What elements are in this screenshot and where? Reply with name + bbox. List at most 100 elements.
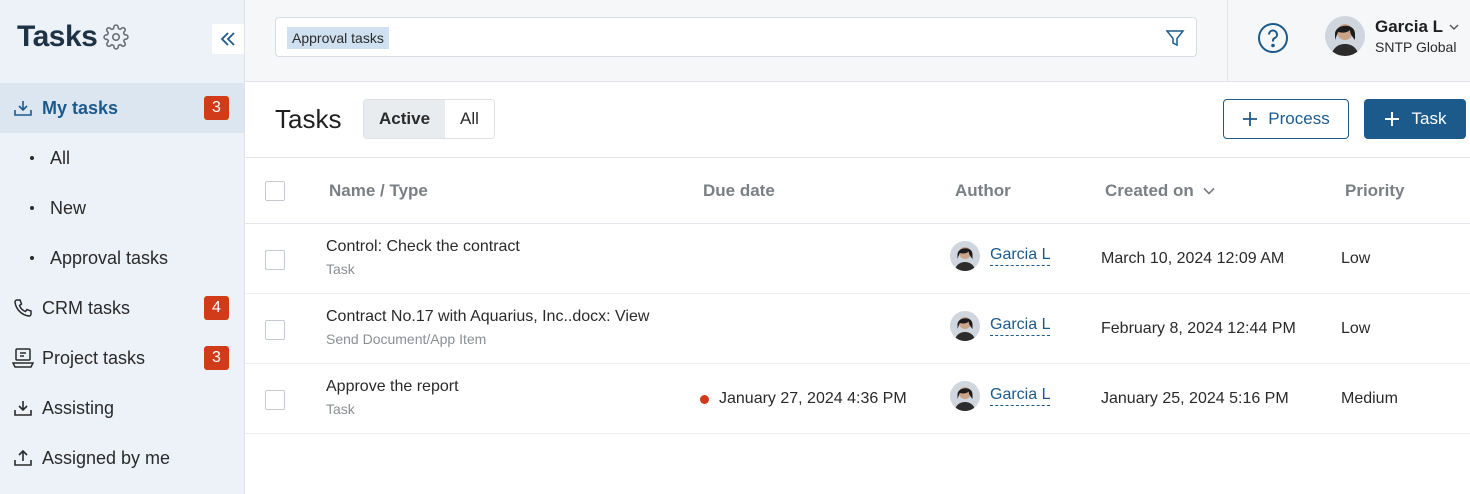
add-process-button[interactable]: Process <box>1223 99 1349 139</box>
column-label: Created on <box>1105 181 1194 200</box>
task-name-cell: Control: Check the contract Task <box>326 238 520 277</box>
sidebar-item-label: My tasks <box>42 97 119 118</box>
sidebar-item-crm-tasks[interactable]: CRM tasks 4 <box>0 283 244 333</box>
task-title-link[interactable]: Approve the report <box>326 378 459 396</box>
bullet <box>30 156 34 160</box>
sidebar-item-label: New <box>50 197 87 218</box>
sidebar-item-all[interactable]: All <box>0 133 244 183</box>
search-input[interactable]: Approval tasks <box>275 17 1197 57</box>
task-name-cell: Approve the report Task <box>326 378 459 417</box>
phone-icon <box>12 297 34 319</box>
app-title: Tasks <box>17 20 98 53</box>
column-header-created-on[interactable]: Created on <box>1105 181 1216 201</box>
priority: Low <box>1341 320 1371 337</box>
filter-icon[interactable] <box>1164 27 1186 49</box>
row-checkbox[interactable] <box>265 320 285 340</box>
table-row[interactable]: Control: Check the contract Task Garcia … <box>245 224 1470 294</box>
task-type: Send Document/App Item <box>326 331 487 347</box>
sidebar-item-approval-tasks[interactable]: Approval tasks <box>0 233 244 283</box>
user-info: Garcia L SNTP Global <box>1375 17 1461 55</box>
tab-active[interactable]: Active <box>364 100 446 138</box>
tray-out-icon <box>12 447 34 469</box>
avatar <box>1325 16 1365 56</box>
tab-all[interactable]: All <box>445 100 494 138</box>
author-name-link[interactable]: Garcia L <box>990 386 1051 406</box>
status-tabs: Active All <box>363 99 495 139</box>
column-header-priority[interactable]: Priority <box>1345 181 1405 201</box>
author-name-link[interactable]: Garcia L <box>990 246 1051 266</box>
sidebar-item-assisting[interactable]: Assisting <box>0 383 244 433</box>
priority: Medium <box>1341 390 1398 407</box>
sort-chevron-down-icon <box>1203 187 1215 195</box>
avatar <box>950 381 980 411</box>
column-label: Due date <box>703 181 775 200</box>
sidebar-item-new[interactable]: New <box>0 183 244 233</box>
row-checkbox[interactable] <box>265 390 285 410</box>
author-cell[interactable]: Garcia L <box>950 311 1051 341</box>
double-chevron-left-icon <box>220 32 235 46</box>
sidebar-item-assigned-by-me[interactable]: Assigned by me <box>0 433 244 483</box>
tasks-table: Name / Type Due date Author Created on P… <box>245 158 1470 434</box>
add-process-label: Process <box>1268 109 1330 128</box>
sidebar-item-project-tasks[interactable]: Project tasks 3 <box>0 333 244 383</box>
task-type: Task <box>326 261 355 277</box>
page-header: Tasks Active All Process Task <box>245 82 1470 158</box>
project-icon <box>12 347 34 369</box>
sidebar-item-label: All <box>50 147 71 168</box>
due-date-cell: January 27, 2024 4:36 PM <box>700 390 907 408</box>
collapse-sidebar-button[interactable] <box>212 24 244 54</box>
column-header-author[interactable]: Author <box>955 181 1011 201</box>
tray-in-icon <box>12 397 34 419</box>
avatar <box>950 241 980 271</box>
column-label: Name / Type <box>329 181 428 200</box>
due-date: January 27, 2024 4:36 PM <box>719 390 907 407</box>
sidebar-item-label: Assigned by me <box>42 447 171 468</box>
table-row[interactable]: Contract No.17 with Aquarius, Inc..docx:… <box>245 294 1470 364</box>
task-title-link[interactable]: Control: Check the contract <box>326 238 520 256</box>
created-on: March 10, 2024 12:09 AM <box>1101 250 1285 267</box>
priority: Low <box>1341 250 1371 267</box>
page-title: Tasks <box>275 104 342 134</box>
author-cell[interactable]: Garcia L <box>950 381 1051 411</box>
sidebar-item-my-tasks[interactable]: My tasks 3 <box>0 83 244 133</box>
bullet <box>30 206 34 210</box>
count-badge: 3 <box>204 346 229 370</box>
table-row[interactable]: Approve the report Task January 27, 2024… <box>245 364 1470 434</box>
user-menu[interactable]: Garcia L SNTP Global <box>1325 16 1461 56</box>
sidebar-item-label: Approval tasks <box>50 247 169 268</box>
plus-icon <box>1384 112 1399 126</box>
avatar <box>950 311 980 341</box>
select-all-checkbox[interactable] <box>265 181 285 201</box>
top-bar: Approval tasks Garcia L SNTP Global <box>245 0 1470 82</box>
user-name-row: Garcia L <box>1375 17 1461 37</box>
task-name-cell: Contract No.17 with Aquarius, Inc..docx:… <box>326 308 649 347</box>
help-icon[interactable] <box>1257 22 1289 54</box>
sidebar-item-label: Project tasks <box>42 347 146 368</box>
sidebar-item-label: Assisting <box>42 397 115 418</box>
sidebar: Tasks My tasks 3 All New Approval tasks <box>0 0 245 494</box>
divider <box>1227 0 1228 82</box>
column-label: Author <box>955 181 1011 200</box>
overdue-dot-icon <box>700 394 709 404</box>
task-type: Task <box>326 401 355 417</box>
gear-icon[interactable] <box>103 24 130 50</box>
column-header-due-date[interactable]: Due date <box>703 181 775 201</box>
column-label: Priority <box>1345 181 1405 200</box>
count-badge: 4 <box>204 296 229 320</box>
count-badge: 3 <box>204 96 229 120</box>
add-task-label: Task <box>1411 109 1447 128</box>
created-on: February 8, 2024 12:44 PM <box>1101 320 1296 337</box>
task-title-link[interactable]: Contract No.17 with Aquarius, Inc..docx:… <box>326 308 649 326</box>
user-organization: SNTP Global <box>1375 39 1457 55</box>
created-on: January 25, 2024 5:16 PM <box>1101 390 1289 407</box>
row-checkbox[interactable] <box>265 250 285 270</box>
author-cell[interactable]: Garcia L <box>950 241 1051 271</box>
sidebar-nav: My tasks 3 All New Approval tasks CRM ta… <box>0 83 244 483</box>
add-task-button[interactable]: Task <box>1364 99 1466 139</box>
column-header-name[interactable]: Name / Type <box>329 181 428 201</box>
plus-icon <box>1243 112 1258 126</box>
author-name-link[interactable]: Garcia L <box>990 316 1051 336</box>
filter-chip[interactable]: Approval tasks <box>287 27 389 49</box>
brand: Tasks <box>17 20 130 54</box>
sidebar-item-label: CRM tasks <box>42 297 131 318</box>
